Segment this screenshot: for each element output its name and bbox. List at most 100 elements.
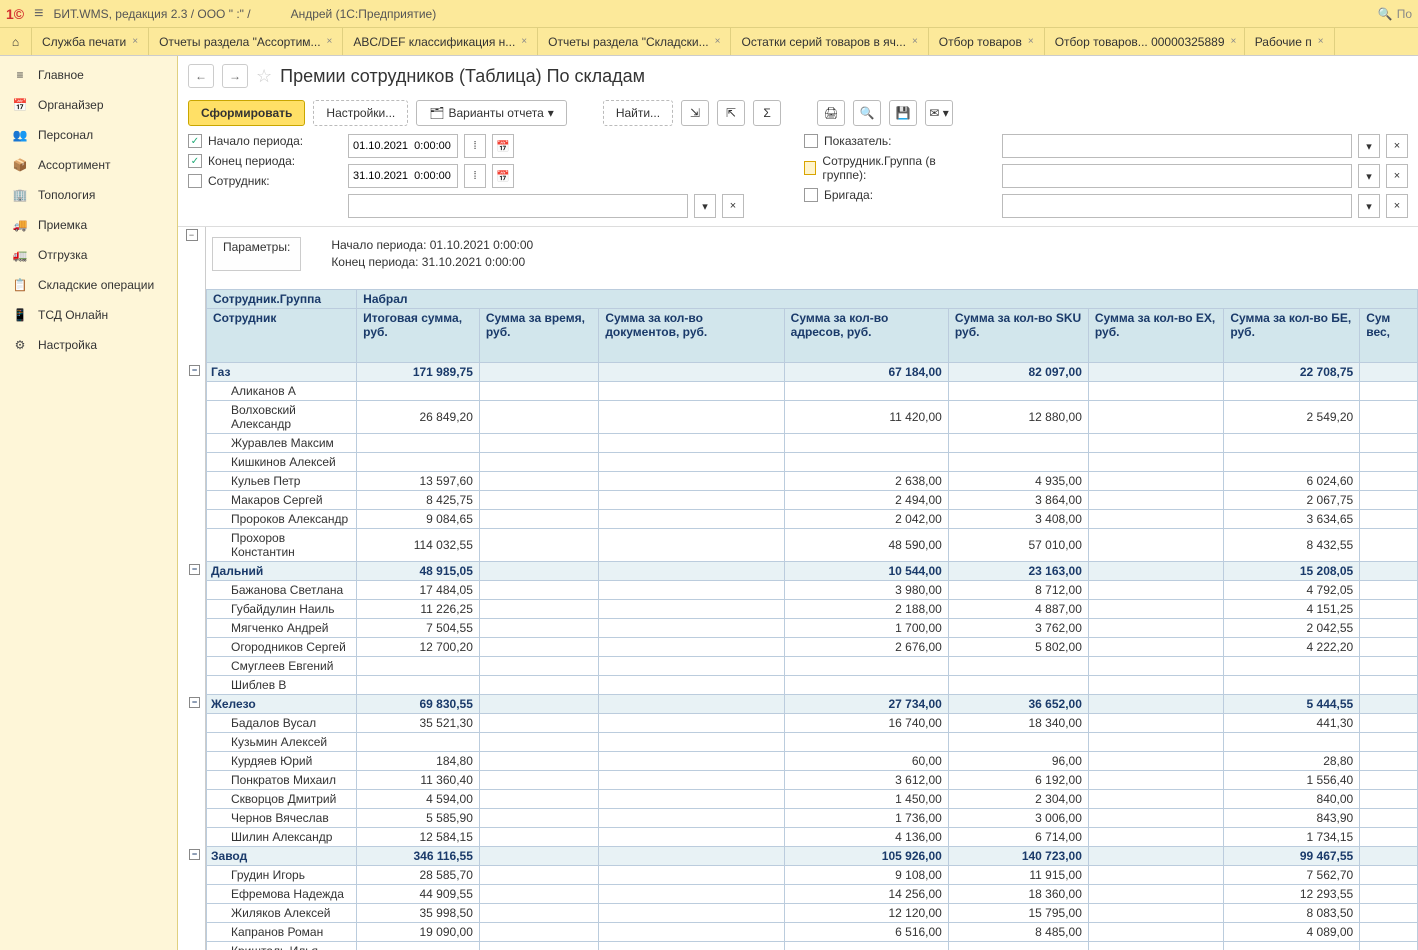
tab[interactable]: Отбор товаров×	[929, 28, 1045, 55]
table-row[interactable]: Курдяев Юрий184,8060,0096,0028,80	[207, 751, 1418, 770]
table-row[interactable]: Журавлев Максим	[207, 433, 1418, 452]
table-row[interactable]: Грудин Игорь28 585,709 108,0011 915,007 …	[207, 865, 1418, 884]
employee-checkbox[interactable]	[188, 174, 202, 188]
variants-button[interactable]: 🗂 Варианты отчета ▾	[416, 100, 567, 126]
group-checkbox[interactable]	[804, 161, 816, 175]
collapse-icon[interactable]: −	[189, 365, 200, 376]
start-date-calendar[interactable]: 📅	[492, 134, 514, 158]
table-row[interactable]: Шилин Александр12 584,154 136,006 714,00…	[207, 827, 1418, 846]
outline-collapse-all[interactable]: −	[186, 229, 198, 241]
indicator-clear[interactable]: ×	[1386, 134, 1408, 158]
table-row[interactable]: Жиляков Алексей35 998,5012 120,0015 795,…	[207, 903, 1418, 922]
table-row[interactable]: Пророков Александр9 084,652 042,003 408,…	[207, 509, 1418, 528]
indicator-input[interactable]	[1002, 134, 1352, 158]
close-icon[interactable]: ×	[327, 36, 333, 47]
nav-forward-button[interactable]: →	[222, 64, 248, 88]
table-row[interactable]: Бажанова Светлана17 484,053 980,008 712,…	[207, 580, 1418, 599]
brigade-input[interactable]	[1002, 194, 1352, 218]
collapse-icon-button[interactable]: ⇱	[717, 100, 745, 126]
table-row[interactable]: Прохоров Константин114 032,5548 590,0057…	[207, 528, 1418, 561]
table-row[interactable]: Макаров Сергей8 425,752 494,003 864,002 …	[207, 490, 1418, 509]
star-icon[interactable]: ☆	[256, 66, 272, 87]
employee-clear[interactable]: ×	[722, 194, 744, 218]
close-icon[interactable]: ×	[132, 36, 138, 47]
collapse-icon[interactable]: −	[189, 849, 200, 860]
table-row[interactable]: Волховский Александр26 849,2011 420,0012…	[207, 400, 1418, 433]
end-period-checkbox[interactable]	[188, 154, 202, 168]
table-row[interactable]: Понкратов Михаил11 360,403 612,006 192,0…	[207, 770, 1418, 789]
table-row[interactable]: Ефремова Надежда44 909,5514 256,0018 360…	[207, 884, 1418, 903]
brigade-clear[interactable]: ×	[1386, 194, 1408, 218]
group-row[interactable]: −Газ171 989,7567 184,0082 097,0022 708,7…	[207, 362, 1418, 381]
sidebar-item[interactable]: ⚙Настройка	[0, 330, 177, 360]
sidebar-item[interactable]: 📦Ассортимент	[0, 150, 177, 180]
preview-button[interactable]: 🔍	[853, 100, 881, 126]
start-date-input[interactable]	[348, 134, 458, 158]
sidebar-item[interactable]: 📅Органайзер	[0, 90, 177, 120]
brigade-checkbox[interactable]	[804, 188, 818, 202]
collapse-icon[interactable]: −	[189, 564, 200, 575]
tab[interactable]: ABC/DEF классификация н...×	[343, 28, 538, 55]
tab[interactable]: Отчеты раздела "Ассортим...×	[149, 28, 343, 55]
table-row[interactable]: Мягченко Андрей7 504,551 700,003 762,002…	[207, 618, 1418, 637]
table-row[interactable]: Губайдулин Наиль11 226,252 188,004 887,0…	[207, 599, 1418, 618]
global-search[interactable]: 🔍 По	[1378, 7, 1412, 21]
group-row[interactable]: −Железо69 830,5527 734,0036 652,005 444,…	[207, 694, 1418, 713]
indicator-dropdown[interactable]: ▾	[1358, 134, 1380, 158]
tab-home[interactable]: ⌂	[0, 28, 32, 55]
group-dropdown[interactable]: ▾	[1358, 164, 1380, 188]
sum-button[interactable]: Σ	[753, 100, 781, 126]
print-button[interactable]: 🖨	[817, 100, 845, 126]
expand-icon-button[interactable]: ⇲	[681, 100, 709, 126]
sidebar-item[interactable]: ≡Главное	[0, 60, 177, 90]
table-row[interactable]: Смуглеев Евгений	[207, 656, 1418, 675]
close-icon[interactable]: ×	[1231, 36, 1237, 47]
table-row[interactable]: Бадалов Вусал35 521,3016 740,0018 340,00…	[207, 713, 1418, 732]
sidebar-item[interactable]: 🚛Отгрузка	[0, 240, 177, 270]
table-row[interactable]: Шиблев В	[207, 675, 1418, 694]
employee-dropdown[interactable]: ▾	[694, 194, 716, 218]
sidebar-item[interactable]: 📱ТСД Онлайн	[0, 300, 177, 330]
tab[interactable]: Отчеты раздела "Складски...×	[538, 28, 731, 55]
close-icon[interactable]: ×	[715, 36, 721, 47]
settings-button[interactable]: Настройки...	[313, 100, 408, 126]
start-date-spin[interactable]: ⁞	[464, 134, 486, 158]
close-icon[interactable]: ×	[912, 36, 918, 47]
table-row[interactable]: Кузьмин Алексей	[207, 732, 1418, 751]
tab[interactable]: Отбор товаров... 00000325889×	[1045, 28, 1245, 55]
tab[interactable]: Остатки серий товаров в яч...×	[731, 28, 928, 55]
sidebar-item[interactable]: 🚚Приемка	[0, 210, 177, 240]
mail-button[interactable]: ✉ ▾	[925, 100, 953, 126]
table-row[interactable]: Чернов Вячеслав5 585,901 736,003 006,008…	[207, 808, 1418, 827]
table-row[interactable]: Кришталь Илья	[207, 941, 1418, 950]
nav-back-button[interactable]: ←	[188, 64, 214, 88]
table-row[interactable]: Кульев Петр13 597,602 638,004 935,006 02…	[207, 471, 1418, 490]
sidebar-item[interactable]: 👥Персонал	[0, 120, 177, 150]
start-period-checkbox[interactable]	[188, 134, 202, 148]
find-button[interactable]: Найти...	[603, 100, 673, 126]
table-row[interactable]: Кишкинов Алексей	[207, 452, 1418, 471]
close-icon[interactable]: ×	[1028, 36, 1034, 47]
end-date-spin[interactable]: ⁞	[464, 164, 486, 188]
sidebar-item[interactable]: 🏢Топология	[0, 180, 177, 210]
group-row[interactable]: −Дальний48 915,0510 544,0023 163,0015 20…	[207, 561, 1418, 580]
close-icon[interactable]: ×	[521, 36, 527, 47]
table-row[interactable]: Аликанов А	[207, 381, 1418, 400]
tab[interactable]: Рабочие п×	[1245, 28, 1335, 55]
group-input[interactable]	[1002, 164, 1352, 188]
end-date-input[interactable]	[348, 164, 458, 188]
indicator-checkbox[interactable]	[804, 134, 818, 148]
brigade-dropdown[interactable]: ▾	[1358, 194, 1380, 218]
end-date-calendar[interactable]: 📅	[492, 164, 514, 188]
sidebar-item[interactable]: 📋Складские операции	[0, 270, 177, 300]
close-icon[interactable]: ×	[1318, 36, 1324, 47]
group-clear[interactable]: ×	[1386, 164, 1408, 188]
menu-icon[interactable]: ≡	[34, 5, 43, 23]
table-row[interactable]: Скворцов Дмитрий4 594,001 450,002 304,00…	[207, 789, 1418, 808]
form-button[interactable]: Сформировать	[188, 100, 305, 126]
collapse-icon[interactable]: −	[189, 697, 200, 708]
table-row[interactable]: Огородников Сергей12 700,202 676,005 802…	[207, 637, 1418, 656]
save-button[interactable]: 💾	[889, 100, 917, 126]
group-row[interactable]: −Завод346 116,55105 926,00140 723,0099 4…	[207, 846, 1418, 865]
tab[interactable]: Служба печати×	[32, 28, 149, 55]
